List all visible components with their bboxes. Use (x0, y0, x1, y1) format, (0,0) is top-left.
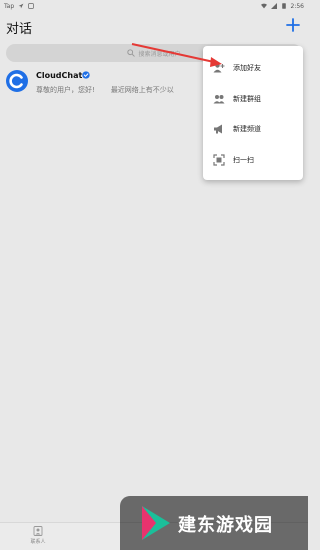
menu-item-scan[interactable]: 扫一扫 (203, 145, 303, 175)
megaphone-icon (213, 123, 225, 135)
screen: Tap 2:56 对话 搜索消息或用户 CloudChat 尊敬的用户，您好! … (0, 0, 308, 550)
menu-item-new-group[interactable]: 新建群组 (203, 84, 303, 114)
status-bar: Tap 2:56 (0, 0, 308, 12)
scan-icon (213, 154, 225, 166)
battery-icon (281, 3, 287, 9)
add-user-icon (213, 62, 225, 74)
nav-contacts[interactable]: 联系人 (26, 526, 50, 550)
search-icon (127, 49, 136, 57)
notification-icon (28, 3, 34, 9)
group-icon (213, 93, 225, 105)
menu-item-label: 添加好友 (233, 64, 261, 72)
menu-item-new-channel[interactable]: 新建频道 (203, 114, 303, 144)
menu-item-label: 扫一扫 (233, 156, 254, 164)
menu-item-add-friend[interactable]: 添加好友 (203, 53, 303, 83)
avatar (6, 70, 28, 92)
cloudchat-logo-icon (9, 73, 23, 89)
add-button[interactable] (282, 14, 304, 36)
page-title: 对话 (6, 22, 33, 37)
header: 对话 (0, 14, 308, 40)
signal-icon (270, 3, 277, 9)
chat-message-extra: 最近网络上有不少以 (110, 86, 174, 94)
menu-item-label: 新建群组 (233, 95, 261, 103)
add-menu: 添加好友 新建群组 新建频道 扫一扫 (203, 46, 303, 180)
nav-contacts-label: 联系人 (30, 539, 46, 545)
status-left-text: Tap (4, 2, 15, 10)
wifi-icon (260, 3, 267, 9)
contacts-icon (33, 526, 43, 536)
verified-icon (82, 71, 90, 79)
chat-name: CloudChat (36, 71, 83, 80)
watermark: 建东游戏园 (120, 496, 308, 550)
watermark-text: 建东游戏园 (178, 515, 273, 536)
watermark-logo-icon (140, 504, 172, 542)
plus-icon (286, 18, 300, 32)
search-placeholder: 搜索消息或用户 (138, 50, 181, 58)
chat-preview: 尊敬的用户，您好! 最近网络上有不少以 (36, 85, 174, 95)
menu-item-label: 新建频道 (233, 125, 261, 133)
status-time: 2:56 (290, 2, 304, 10)
navigation-icon (18, 3, 24, 9)
chat-message: 尊敬的用户，您好! (36, 86, 95, 94)
